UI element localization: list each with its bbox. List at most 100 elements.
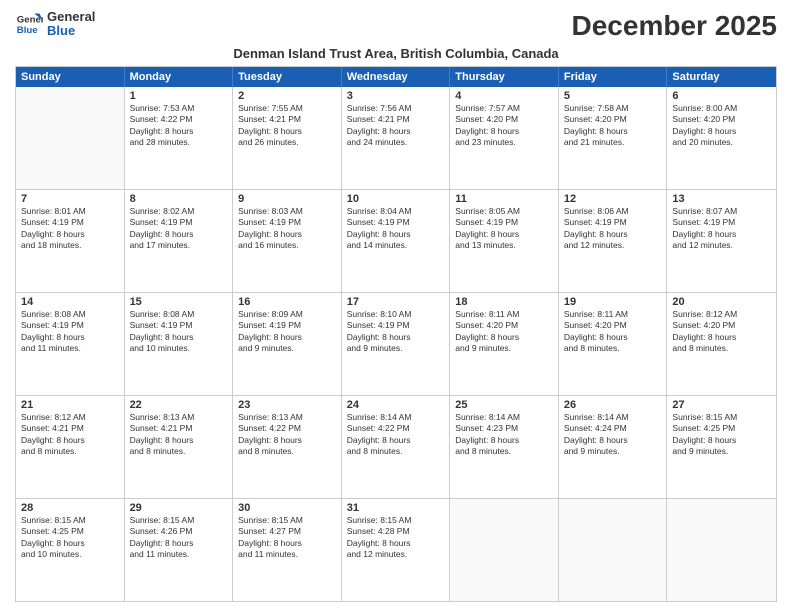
calendar-cell: 11Sunrise: 8:05 AM Sunset: 4:19 PM Dayli… bbox=[450, 190, 559, 292]
calendar-cell: 28Sunrise: 8:15 AM Sunset: 4:25 PM Dayli… bbox=[16, 499, 125, 601]
logo-text-blue: Blue bbox=[47, 24, 95, 38]
calendar-cell: 25Sunrise: 8:14 AM Sunset: 4:23 PM Dayli… bbox=[450, 396, 559, 498]
day-number: 16 bbox=[238, 296, 336, 308]
day-info: Sunrise: 8:01 AM Sunset: 4:19 PM Dayligh… bbox=[21, 206, 119, 252]
day-number: 29 bbox=[130, 502, 228, 514]
calendar-cell: 1Sunrise: 7:53 AM Sunset: 4:22 PM Daylig… bbox=[125, 87, 234, 189]
logo-icon: General Blue bbox=[15, 10, 43, 38]
day-info: Sunrise: 8:14 AM Sunset: 4:24 PM Dayligh… bbox=[564, 412, 662, 458]
calendar-cell: 15Sunrise: 8:08 AM Sunset: 4:19 PM Dayli… bbox=[125, 293, 234, 395]
day-number: 24 bbox=[347, 399, 445, 411]
day-info: Sunrise: 8:15 AM Sunset: 4:26 PM Dayligh… bbox=[130, 515, 228, 561]
calendar: SundayMondayTuesdayWednesdayThursdayFrid… bbox=[15, 66, 777, 602]
calendar-cell: 8Sunrise: 8:02 AM Sunset: 4:19 PM Daylig… bbox=[125, 190, 234, 292]
header-day-saturday: Saturday bbox=[667, 67, 776, 87]
day-number: 6 bbox=[672, 90, 771, 102]
day-info: Sunrise: 8:15 AM Sunset: 4:28 PM Dayligh… bbox=[347, 515, 445, 561]
day-number: 26 bbox=[564, 399, 662, 411]
header-day-sunday: Sunday bbox=[16, 67, 125, 87]
day-info: Sunrise: 8:09 AM Sunset: 4:19 PM Dayligh… bbox=[238, 309, 336, 355]
calendar-cell: 3Sunrise: 7:56 AM Sunset: 4:21 PM Daylig… bbox=[342, 87, 451, 189]
day-info: Sunrise: 7:55 AM Sunset: 4:21 PM Dayligh… bbox=[238, 103, 336, 149]
day-number: 17 bbox=[347, 296, 445, 308]
calendar-week-4: 21Sunrise: 8:12 AM Sunset: 4:21 PM Dayli… bbox=[16, 395, 776, 498]
day-info: Sunrise: 8:04 AM Sunset: 4:19 PM Dayligh… bbox=[347, 206, 445, 252]
header: General Blue General Blue December 2025 bbox=[15, 10, 777, 42]
calendar-cell: 13Sunrise: 8:07 AM Sunset: 4:19 PM Dayli… bbox=[667, 190, 776, 292]
day-number: 7 bbox=[21, 193, 119, 205]
calendar-cell: 19Sunrise: 8:11 AM Sunset: 4:20 PM Dayli… bbox=[559, 293, 668, 395]
day-info: Sunrise: 8:00 AM Sunset: 4:20 PM Dayligh… bbox=[672, 103, 771, 149]
calendar-header: SundayMondayTuesdayWednesdayThursdayFrid… bbox=[16, 67, 776, 87]
day-number: 18 bbox=[455, 296, 553, 308]
calendar-week-5: 28Sunrise: 8:15 AM Sunset: 4:25 PM Dayli… bbox=[16, 498, 776, 601]
month-title: December 2025 bbox=[572, 10, 777, 42]
day-info: Sunrise: 8:03 AM Sunset: 4:19 PM Dayligh… bbox=[238, 206, 336, 252]
calendar-cell: 31Sunrise: 8:15 AM Sunset: 4:28 PM Dayli… bbox=[342, 499, 451, 601]
day-info: Sunrise: 8:11 AM Sunset: 4:20 PM Dayligh… bbox=[564, 309, 662, 355]
day-info: Sunrise: 8:13 AM Sunset: 4:21 PM Dayligh… bbox=[130, 412, 228, 458]
day-number: 11 bbox=[455, 193, 553, 205]
logo: General Blue General Blue bbox=[15, 10, 95, 39]
calendar-body: 1Sunrise: 7:53 AM Sunset: 4:22 PM Daylig… bbox=[16, 87, 776, 601]
day-number: 12 bbox=[564, 193, 662, 205]
calendar-cell: 27Sunrise: 8:15 AM Sunset: 4:25 PM Dayli… bbox=[667, 396, 776, 498]
day-number: 30 bbox=[238, 502, 336, 514]
day-info: Sunrise: 8:15 AM Sunset: 4:27 PM Dayligh… bbox=[238, 515, 336, 561]
calendar-cell: 7Sunrise: 8:01 AM Sunset: 4:19 PM Daylig… bbox=[16, 190, 125, 292]
day-info: Sunrise: 7:57 AM Sunset: 4:20 PM Dayligh… bbox=[455, 103, 553, 149]
day-number: 3 bbox=[347, 90, 445, 102]
day-number: 20 bbox=[672, 296, 771, 308]
title-block: December 2025 bbox=[572, 10, 777, 42]
day-info: Sunrise: 7:58 AM Sunset: 4:20 PM Dayligh… bbox=[564, 103, 662, 149]
day-number: 21 bbox=[21, 399, 119, 411]
calendar-cell: 26Sunrise: 8:14 AM Sunset: 4:24 PM Dayli… bbox=[559, 396, 668, 498]
day-number: 25 bbox=[455, 399, 553, 411]
day-number: 8 bbox=[130, 193, 228, 205]
logo-text-general: General bbox=[47, 10, 95, 24]
subtitle: Denman Island Trust Area, British Columb… bbox=[15, 46, 777, 61]
calendar-cell: 24Sunrise: 8:14 AM Sunset: 4:22 PM Dayli… bbox=[342, 396, 451, 498]
calendar-cell: 10Sunrise: 8:04 AM Sunset: 4:19 PM Dayli… bbox=[342, 190, 451, 292]
header-day-thursday: Thursday bbox=[450, 67, 559, 87]
calendar-cell: 30Sunrise: 8:15 AM Sunset: 4:27 PM Dayli… bbox=[233, 499, 342, 601]
day-info: Sunrise: 8:10 AM Sunset: 4:19 PM Dayligh… bbox=[347, 309, 445, 355]
day-number: 14 bbox=[21, 296, 119, 308]
day-number: 27 bbox=[672, 399, 771, 411]
calendar-cell: 9Sunrise: 8:03 AM Sunset: 4:19 PM Daylig… bbox=[233, 190, 342, 292]
calendar-cell: 17Sunrise: 8:10 AM Sunset: 4:19 PM Dayli… bbox=[342, 293, 451, 395]
calendar-cell bbox=[667, 499, 776, 601]
header-day-wednesday: Wednesday bbox=[342, 67, 451, 87]
calendar-week-3: 14Sunrise: 8:08 AM Sunset: 4:19 PM Dayli… bbox=[16, 292, 776, 395]
calendar-cell: 12Sunrise: 8:06 AM Sunset: 4:19 PM Dayli… bbox=[559, 190, 668, 292]
day-number: 2 bbox=[238, 90, 336, 102]
calendar-cell: 16Sunrise: 8:09 AM Sunset: 4:19 PM Dayli… bbox=[233, 293, 342, 395]
day-number: 19 bbox=[564, 296, 662, 308]
calendar-cell bbox=[559, 499, 668, 601]
day-number: 31 bbox=[347, 502, 445, 514]
day-info: Sunrise: 8:08 AM Sunset: 4:19 PM Dayligh… bbox=[130, 309, 228, 355]
calendar-cell: 21Sunrise: 8:12 AM Sunset: 4:21 PM Dayli… bbox=[16, 396, 125, 498]
page: General Blue General Blue December 2025 … bbox=[0, 0, 792, 612]
day-number: 13 bbox=[672, 193, 771, 205]
day-number: 4 bbox=[455, 90, 553, 102]
day-number: 1 bbox=[130, 90, 228, 102]
day-number: 23 bbox=[238, 399, 336, 411]
day-number: 28 bbox=[21, 502, 119, 514]
calendar-cell: 14Sunrise: 8:08 AM Sunset: 4:19 PM Dayli… bbox=[16, 293, 125, 395]
calendar-cell: 6Sunrise: 8:00 AM Sunset: 4:20 PM Daylig… bbox=[667, 87, 776, 189]
day-number: 10 bbox=[347, 193, 445, 205]
calendar-cell: 5Sunrise: 7:58 AM Sunset: 4:20 PM Daylig… bbox=[559, 87, 668, 189]
calendar-cell: 29Sunrise: 8:15 AM Sunset: 4:26 PM Dayli… bbox=[125, 499, 234, 601]
day-info: Sunrise: 8:08 AM Sunset: 4:19 PM Dayligh… bbox=[21, 309, 119, 355]
calendar-cell: 22Sunrise: 8:13 AM Sunset: 4:21 PM Dayli… bbox=[125, 396, 234, 498]
day-number: 5 bbox=[564, 90, 662, 102]
day-info: Sunrise: 8:12 AM Sunset: 4:20 PM Dayligh… bbox=[672, 309, 771, 355]
day-number: 9 bbox=[238, 193, 336, 205]
day-info: Sunrise: 8:15 AM Sunset: 4:25 PM Dayligh… bbox=[672, 412, 771, 458]
day-info: Sunrise: 8:14 AM Sunset: 4:23 PM Dayligh… bbox=[455, 412, 553, 458]
day-info: Sunrise: 8:15 AM Sunset: 4:25 PM Dayligh… bbox=[21, 515, 119, 561]
day-info: Sunrise: 8:05 AM Sunset: 4:19 PM Dayligh… bbox=[455, 206, 553, 252]
header-day-monday: Monday bbox=[125, 67, 234, 87]
svg-text:Blue: Blue bbox=[17, 25, 38, 36]
